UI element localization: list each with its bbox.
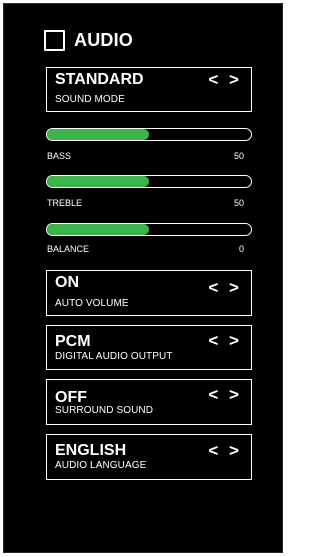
page-title: AUDIO bbox=[74, 30, 133, 50]
balance-value: 0 bbox=[238, 244, 244, 254]
digital-audio-output-label: DIGITAL AUDIO OUTPUT bbox=[55, 351, 173, 362]
bass-value: 50 bbox=[233, 151, 244, 161]
audio-language-selector[interactable]: ENGLISH AUDIO LANGUAGE < > bbox=[46, 434, 252, 480]
auto-volume-label: AUTO VOLUME bbox=[55, 298, 129, 309]
audio-settings-panel: AUDIO STANDARD SOUND MODE < > BASS 50 TR… bbox=[3, 3, 283, 553]
bass-label: BASS bbox=[47, 151, 72, 161]
audio-header: AUDIO bbox=[44, 28, 133, 53]
treble-value: 50 bbox=[233, 198, 244, 208]
treble-slider-fill bbox=[47, 176, 149, 187]
bass-slider[interactable] bbox=[46, 128, 252, 141]
auto-volume-arrows-icon[interactable]: < > bbox=[208, 279, 242, 297]
audio-language-label: AUDIO LANGUAGE bbox=[55, 460, 147, 471]
balance-slider-fill bbox=[47, 224, 149, 235]
digital-audio-output-value: PCM bbox=[55, 333, 91, 350]
surround-sound-selector[interactable]: OFF SURROUND SOUND < > bbox=[46, 379, 252, 425]
audio-language-arrows-icon[interactable]: < > bbox=[208, 442, 242, 460]
sound-mode-selector[interactable]: STANDARD SOUND MODE < > bbox=[46, 67, 252, 112]
treble-label: TREBLE bbox=[47, 198, 83, 208]
auto-volume-selector[interactable]: ON AUTO VOLUME < > bbox=[46, 270, 252, 316]
sound-mode-arrows-icon[interactable]: < > bbox=[208, 71, 242, 89]
audio-checkbox-icon bbox=[44, 30, 65, 51]
balance-label: BALANCE bbox=[47, 244, 90, 254]
sound-mode-label: SOUND MODE bbox=[55, 94, 125, 105]
bass-slider-fill bbox=[47, 129, 149, 140]
treble-slider[interactable] bbox=[46, 175, 252, 188]
auto-volume-value: ON bbox=[55, 274, 79, 291]
surround-sound-label: SURROUND SOUND bbox=[55, 405, 154, 416]
audio-language-value: ENGLISH bbox=[55, 442, 127, 459]
digital-audio-output-arrows-icon[interactable]: < > bbox=[208, 332, 242, 350]
sound-mode-value: STANDARD bbox=[55, 71, 144, 88]
surround-sound-arrows-icon[interactable]: < > bbox=[208, 386, 242, 404]
balance-slider[interactable] bbox=[46, 223, 252, 236]
digital-audio-output-selector[interactable]: PCM DIGITAL AUDIO OUTPUT < > bbox=[46, 325, 252, 370]
